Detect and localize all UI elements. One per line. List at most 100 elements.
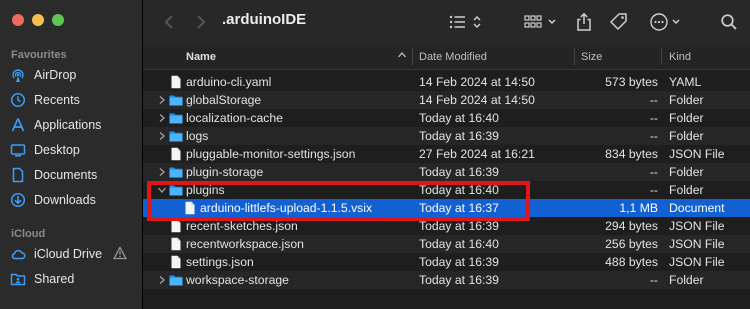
column-size[interactable]: Size: [581, 51, 602, 63]
disclosure-expanded-icon[interactable]: [157, 184, 167, 196]
close-window-button[interactable]: [12, 14, 24, 26]
disclosure-collapsed-icon[interactable]: [157, 166, 167, 178]
disclosure-collapsed-icon[interactable]: [157, 130, 167, 142]
sidebar-item-documents[interactable]: Documents: [10, 164, 135, 186]
column-divider[interactable]: [412, 48, 413, 65]
column-name[interactable]: Name: [186, 51, 216, 63]
sidebar: Favourites AirDrop Recents Applications …: [0, 0, 143, 309]
folder-icon: [169, 183, 183, 197]
file-name: plugin-storage: [186, 165, 264, 179]
file-date-modified: Today at 16:37: [419, 201, 499, 215]
disclosure-collapsed-icon[interactable]: [157, 274, 167, 286]
file-name: workspace-storage: [186, 273, 289, 287]
file-date-modified: 14 Feb 2024 at 14:50: [419, 75, 535, 89]
forward-button[interactable]: [191, 12, 211, 32]
file-size: --: [649, 111, 658, 125]
file-icon: [169, 255, 183, 269]
file-icon: [169, 75, 183, 89]
file-size: --: [649, 93, 658, 107]
download-icon: [10, 192, 26, 208]
file-row[interactable]: arduino-littlefs-upload-1.1.5.vsix Today …: [143, 199, 750, 217]
minimize-window-button[interactable]: [32, 14, 44, 26]
sidebar-item-label: AirDrop: [34, 68, 77, 82]
group-button[interactable]: [523, 12, 563, 32]
folder-icon: [169, 165, 183, 179]
file-kind: Folder: [669, 165, 704, 179]
file-kind: JSON File: [669, 237, 725, 251]
file-name: settings.json: [186, 255, 254, 269]
sidebar-item-shared[interactable]: Shared: [10, 268, 135, 290]
file-name: plugins: [186, 183, 225, 197]
document-icon: [10, 167, 26, 183]
file-kind: Folder: [669, 273, 704, 287]
column-kind[interactable]: Kind: [669, 51, 691, 63]
folder-row[interactable]: plugin-storage Today at 16:39 -- Folder: [143, 163, 750, 181]
sidebar-item-recents[interactable]: Recents: [10, 89, 135, 111]
folder-icon: [169, 273, 183, 287]
column-header: Name Date Modified Size Kind: [143, 44, 750, 70]
clock-icon: [10, 92, 26, 108]
column-divider[interactable]: [661, 48, 662, 65]
grid-view-icon: [524, 15, 556, 28]
file-date-modified: Today at 16:39: [419, 255, 499, 269]
sidebar-item-downloads[interactable]: Downloads: [10, 189, 135, 211]
folder-icon: [169, 129, 183, 143]
file-row[interactable]: pluggable-monitor-settings.json 27 Feb 20…: [143, 145, 750, 163]
sidebar-item-label: Applications: [34, 118, 102, 132]
sidebar-item-icloud-drive[interactable]: iCloud Drive: [10, 243, 135, 265]
folder-row[interactable]: globalStorage 14 Feb 2024 at 14:50 -- Folde…: [143, 91, 750, 109]
sidebar-item-applications[interactable]: Applications: [10, 114, 135, 136]
sidebar-item-label: Downloads: [34, 193, 96, 207]
share-icon: [577, 12, 591, 31]
file-kind: Folder: [669, 129, 704, 143]
back-button[interactable]: [159, 12, 179, 32]
sidebar-item-airdrop[interactable]: AirDrop: [10, 64, 135, 86]
chevron-left-icon: [164, 15, 173, 29]
search-button[interactable]: [718, 11, 740, 33]
disclosure-collapsed-icon[interactable]: [157, 94, 167, 106]
column-date-modified[interactable]: Date Modified: [419, 51, 487, 63]
folder-row[interactable]: logs Today at 16:39 -- Folder: [143, 127, 750, 145]
folder-icon: [169, 93, 183, 107]
file-kind: Folder: [669, 93, 704, 107]
file-row[interactable]: recent-sketches.json Today at 16:39 294 by…: [143, 217, 750, 235]
disclosure-collapsed-icon[interactable]: [157, 112, 167, 124]
file-date-modified: Today at 16:39: [419, 165, 499, 179]
finder-window: Favourites AirDrop Recents Applications …: [0, 0, 750, 309]
column-divider[interactable]: [574, 48, 575, 65]
file-name: recentworkspace.json: [186, 237, 304, 251]
sidebar-item-desktop[interactable]: Desktop: [10, 139, 135, 161]
file-kind: JSON File: [669, 219, 725, 233]
applications-icon: [10, 117, 26, 133]
file-date-modified: 14 Feb 2024 at 14:50: [419, 93, 535, 107]
airdrop-icon: [10, 67, 26, 83]
file-icon: [183, 201, 197, 215]
action-menu-button[interactable]: [649, 11, 683, 33]
file-row[interactable]: settings.json Today at 16:39 488 bytes JSON…: [143, 253, 750, 271]
sidebar-item-label: Shared: [34, 272, 75, 286]
file-date-modified: Today at 16:40: [419, 183, 499, 197]
maximize-window-button[interactable]: [52, 14, 64, 26]
file-size: 256 bytes: [605, 237, 658, 251]
file-row[interactable]: arduino-cli.yaml 14 Feb 2024 at 14:50 573 …: [143, 73, 750, 91]
file-kind: Folder: [669, 111, 704, 125]
file-size: --: [649, 273, 658, 287]
folder-icon: [169, 111, 183, 125]
list-view-icon: [449, 15, 481, 29]
file-date-modified: Today at 16:39: [419, 129, 499, 143]
file-date-modified: Today at 16:39: [419, 219, 499, 233]
view-options-button[interactable]: [448, 12, 484, 32]
folder-row[interactable]: plugins Today at 16:40 -- Folder: [143, 181, 750, 199]
shared-folder-icon: [10, 271, 26, 287]
file-size: --: [649, 183, 658, 197]
folder-row[interactable]: localization-cache Today at 16:40 -- Folder: [143, 109, 750, 127]
file-row[interactable]: recentworkspace.json Today at 16:40 256 by…: [143, 235, 750, 253]
file-kind: YAML: [669, 75, 702, 89]
folder-row[interactable]: workspace-storage Today at 16:39 -- Folder: [143, 271, 750, 289]
share-button[interactable]: [574, 10, 594, 34]
sidebar-section-favourites: Favourites: [11, 49, 67, 61]
file-name: arduino-cli.yaml: [186, 75, 272, 89]
file-name: pluggable-monitor-settings.json: [186, 147, 356, 161]
sidebar-item-label: Documents: [34, 168, 98, 182]
tags-button[interactable]: [608, 11, 630, 33]
